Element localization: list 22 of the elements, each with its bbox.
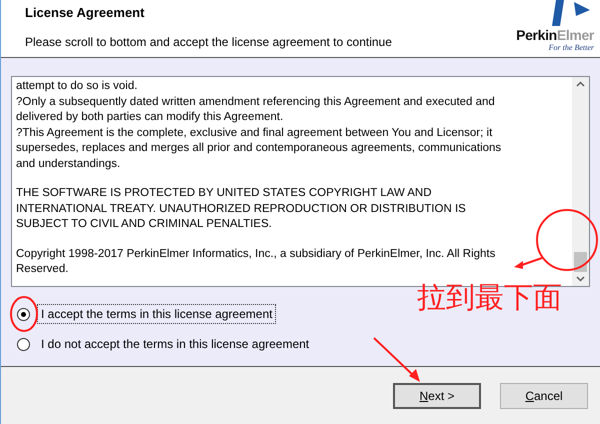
annotation-arrow (513, 256, 543, 270)
license-paragraph: Copyright 1998-2017 PerkinElmer Informatics, Inc., a subsidiary of PerkinElmer, Inc. All Rights Reserved. (16, 246, 496, 277)
scrollbar[interactable] (572, 77, 589, 286)
radio-button[interactable] (17, 308, 30, 320)
annotation-arrow (373, 337, 421, 383)
annotation-note: 拉到最下面 (417, 283, 562, 312)
license-paragraph: ?This Agreement is the complete, exclusive and final agreement between You and Licensor; it supersedes, replaces and merges all prior and contemporaneous agreements, communications and understandings. (16, 126, 502, 172)
logo-tagline: For the Better (548, 42, 594, 54)
scroll-up-icon[interactable] (576, 81, 585, 87)
cancel-button[interactable]: Cancel (500, 382, 588, 408)
page-subtitle: Please scroll to bottom and accept the license agreement to continue (25, 34, 392, 50)
license-paragraph: attempt to do so is void. (16, 79, 138, 94)
license-paragraph: ?Only a subsequently dated written amendment referencing this Agreement and executed and delivered by both parties can modify this Agreement. (16, 94, 496, 125)
radio-button[interactable] (17, 338, 30, 350)
annotation-circle (535, 208, 599, 272)
logo-wordmark: PerkinElmer (516, 28, 594, 42)
annotation-circle (9, 295, 39, 333)
scroll-down-icon[interactable] (576, 276, 585, 282)
page-title: License Agreement (25, 4, 146, 22)
next-button[interactable]: Next > (393, 382, 481, 408)
license-paragraph: THE SOFTWARE IS PROTECTED BY UNITED STATES COPYRIGHT LAW AND INTERNATIONAL TREATY. UNAUTHORIZED REPRODUCTION OR DISTRIBUTION IS SUBJECT TO CIVIL AND CRIMINAL PENALTIES. (16, 186, 467, 232)
license-radio-option[interactable]: I do not accept the terms in this license agreement (17, 335, 590, 353)
